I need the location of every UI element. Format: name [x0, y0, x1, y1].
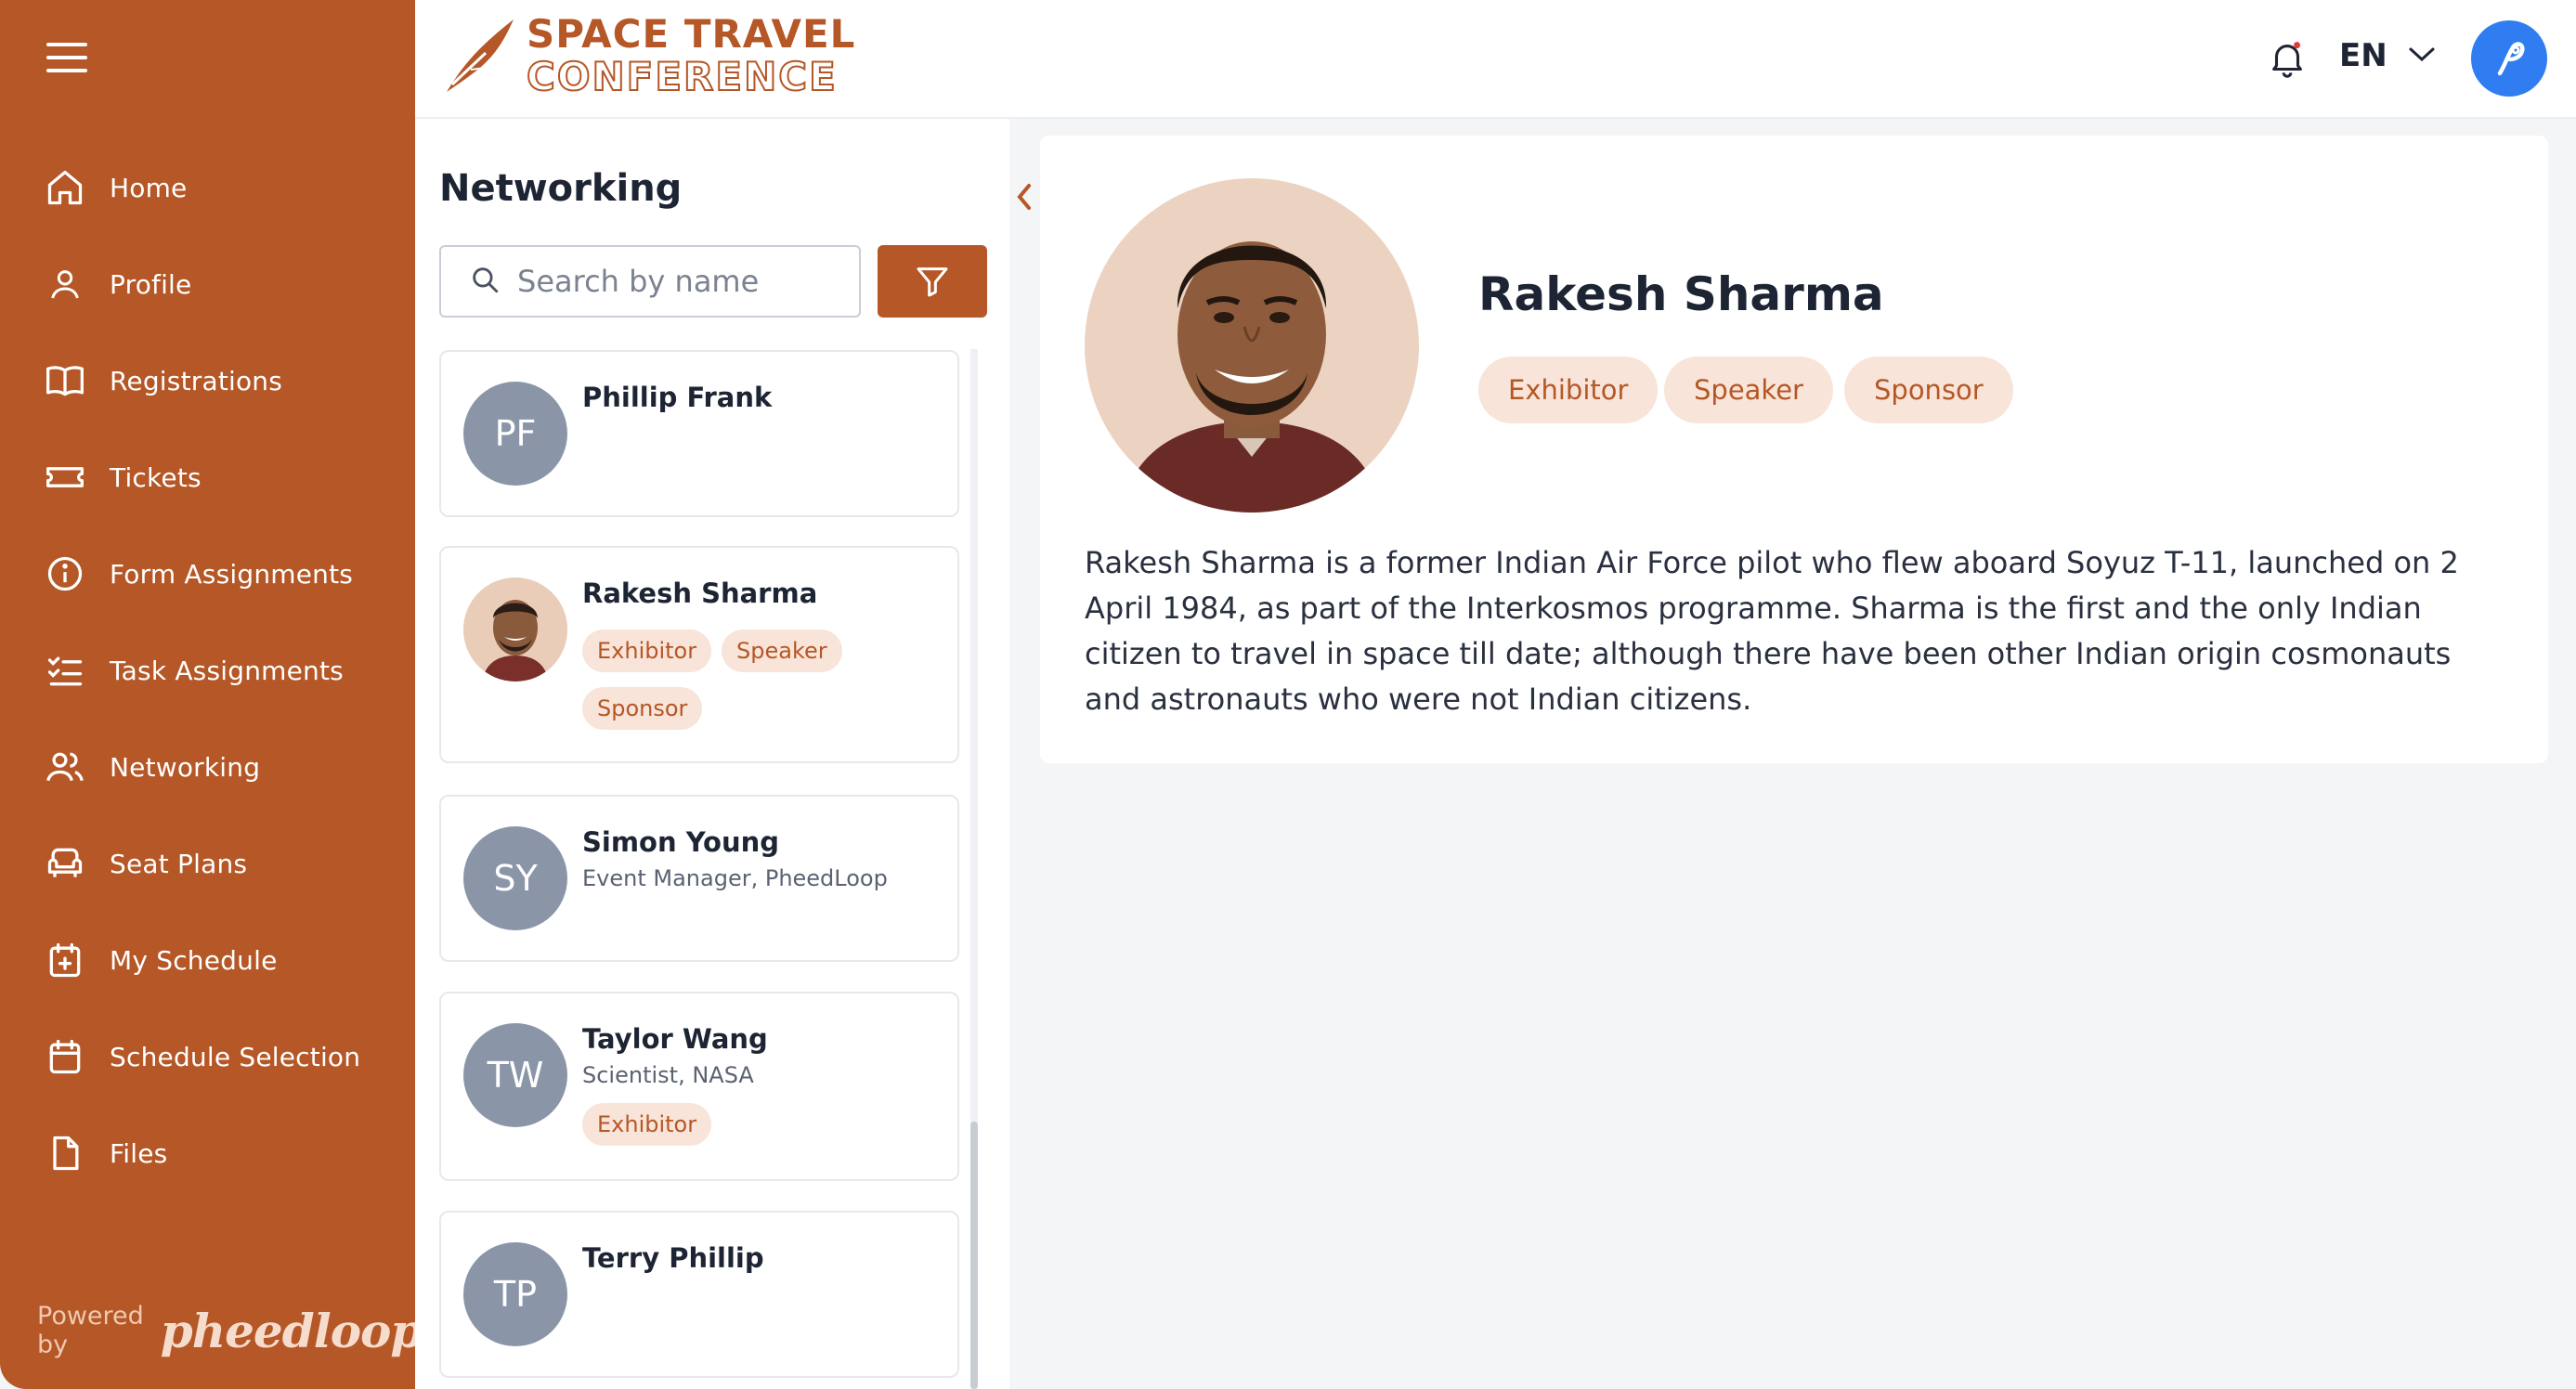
armchair-icon: [43, 841, 87, 886]
logo-line2: CONFERENCE: [526, 54, 838, 99]
top-header: SPACE TRAVEL CONFERENCE EN: [415, 0, 2576, 119]
tag-exhibitor: Exhibitor: [1478, 357, 1659, 423]
sidebar-item-profile[interactable]: Profile: [0, 236, 415, 332]
sidebar-item-label: Home: [110, 172, 188, 203]
powered-by-label: Powered by: [37, 1302, 144, 1359]
person-card-phillip-frank[interactable]: PF Phillip Frank: [439, 350, 959, 517]
initials-avatar: SY: [463, 826, 567, 930]
tag-exhibitor: Exhibitor: [582, 630, 712, 672]
language-selector[interactable]: EN: [2339, 37, 2436, 74]
tag-speaker: Speaker: [722, 630, 842, 672]
networking-list-panel: Networking PF Phillip Frank Rakesh Sharm…: [415, 119, 1009, 1389]
sidebar: Home Profile Registrations Tickets Form …: [0, 0, 423, 1389]
person-card-terry-phillip[interactable]: TP Terry Phillip: [439, 1211, 959, 1378]
sidebar-nav: Home Profile Registrations Tickets Form …: [0, 139, 415, 1201]
person-subtitle: Scientist, NASA: [582, 1062, 754, 1088]
filter-icon: [917, 267, 948, 297]
tag-sponsor: Sponsor: [582, 687, 703, 730]
sidebar-item-label: Form Assignments: [110, 558, 354, 590]
person-photo-large: [1085, 178, 1419, 513]
search-icon: [469, 264, 501, 299]
page-title: Networking: [439, 167, 683, 210]
sidebar-item-files[interactable]: Files: [0, 1105, 415, 1201]
info-icon: [43, 552, 87, 596]
sidebar-item-seat-plans[interactable]: Seat Plans: [0, 815, 415, 912]
sidebar-item-label: Registrations: [110, 365, 283, 396]
sidebar-item-schedule-selection[interactable]: Schedule Selection: [0, 1008, 415, 1105]
feather-icon: [447, 19, 514, 92]
person-card-simon-young[interactable]: SY Simon Young Event Manager, PheedLoop: [439, 795, 959, 962]
person-card-taylor-wang[interactable]: TW Taylor Wang Scientist, NASA Exhibitor: [439, 992, 959, 1181]
sidebar-item-label: Tickets: [110, 461, 202, 493]
chevron-down-icon: [2408, 45, 2436, 67]
person-bio: Rakesh Sharma is a former Indian Air For…: [1085, 545, 2459, 717]
sidebar-item-label: Files: [110, 1137, 168, 1169]
sidebar-item-label: Seat Plans: [110, 848, 248, 879]
users-icon: [43, 745, 87, 789]
sidebar-item-label: Networking: [110, 751, 261, 783]
person-photo: [463, 578, 567, 682]
tag-sponsor: Sponsor: [1844, 357, 2013, 423]
sidebar-item-home[interactable]: Home: [0, 139, 415, 236]
scrollbar-thumb[interactable]: [970, 1122, 978, 1389]
menu-icon[interactable]: [45, 35, 89, 80]
powered-by: Powered by pheedloop: [37, 1302, 423, 1359]
pheedloop-logo[interactable]: pheedloop: [161, 1304, 423, 1358]
initials-avatar: TP: [463, 1242, 567, 1346]
person-name: Phillip Frank: [582, 382, 773, 413]
person-name: Terry Phillip: [582, 1242, 764, 1274]
sidebar-item-networking[interactable]: Networking: [0, 719, 415, 815]
tag-speaker: Speaker: [1664, 357, 1833, 423]
sidebar-item-label: My Schedule: [110, 944, 278, 976]
logo-line1: SPACE TRAVEL: [527, 11, 856, 57]
sidebar-item-label: Task Assignments: [110, 655, 344, 686]
notifications-bell-icon[interactable]: [2266, 37, 2309, 80]
sidebar-item-form-assignments[interactable]: Form Assignments: [0, 526, 415, 622]
user-avatar[interactable]: [2471, 20, 2547, 97]
person-subtitle: Event Manager, PheedLoop: [582, 865, 888, 891]
sidebar-item-task-assignments[interactable]: Task Assignments: [0, 622, 415, 719]
person-name: Taylor Wang: [582, 1023, 768, 1055]
checklist-icon: [43, 648, 87, 693]
file-icon: [43, 1131, 87, 1175]
user-icon: [43, 262, 87, 306]
person-name: Simon Young: [582, 826, 780, 858]
book-icon: [43, 358, 87, 403]
calendar-icon: [43, 1034, 87, 1079]
search-box[interactable]: [439, 245, 861, 318]
event-logo[interactable]: SPACE TRAVEL CONFERENCE: [443, 15, 855, 97]
person-name: Rakesh Sharma: [582, 578, 818, 609]
filter-button[interactable]: [878, 245, 987, 318]
sidebar-item-tickets[interactable]: Tickets: [0, 429, 415, 526]
calendar-plus-icon: [43, 938, 87, 982]
sidebar-item-label: Schedule Selection: [110, 1041, 361, 1072]
person-detail-panel: Rakesh Sharma Exhibitor Speaker Sponsor …: [1040, 136, 2548, 763]
home-icon: [43, 165, 87, 210]
pheedloop-mark-icon: [2497, 42, 2525, 76]
collapse-panel-chevron-left-icon[interactable]: [1012, 180, 1036, 214]
person-name-heading: Rakesh Sharma: [1478, 267, 1884, 321]
initials-avatar: TW: [463, 1023, 567, 1127]
search-input[interactable]: [515, 263, 835, 300]
language-code: EN: [2339, 37, 2387, 74]
person-card-rakesh-sharma[interactable]: Rakesh Sharma Exhibitor Speaker Sponsor: [439, 546, 959, 763]
sidebar-item-registrations[interactable]: Registrations: [0, 332, 415, 429]
sidebar-item-my-schedule[interactable]: My Schedule: [0, 912, 415, 1008]
ticket-icon: [43, 455, 87, 500]
initials-avatar: PF: [463, 382, 567, 486]
tag-exhibitor: Exhibitor: [582, 1103, 712, 1146]
sidebar-item-label: Profile: [110, 268, 192, 300]
